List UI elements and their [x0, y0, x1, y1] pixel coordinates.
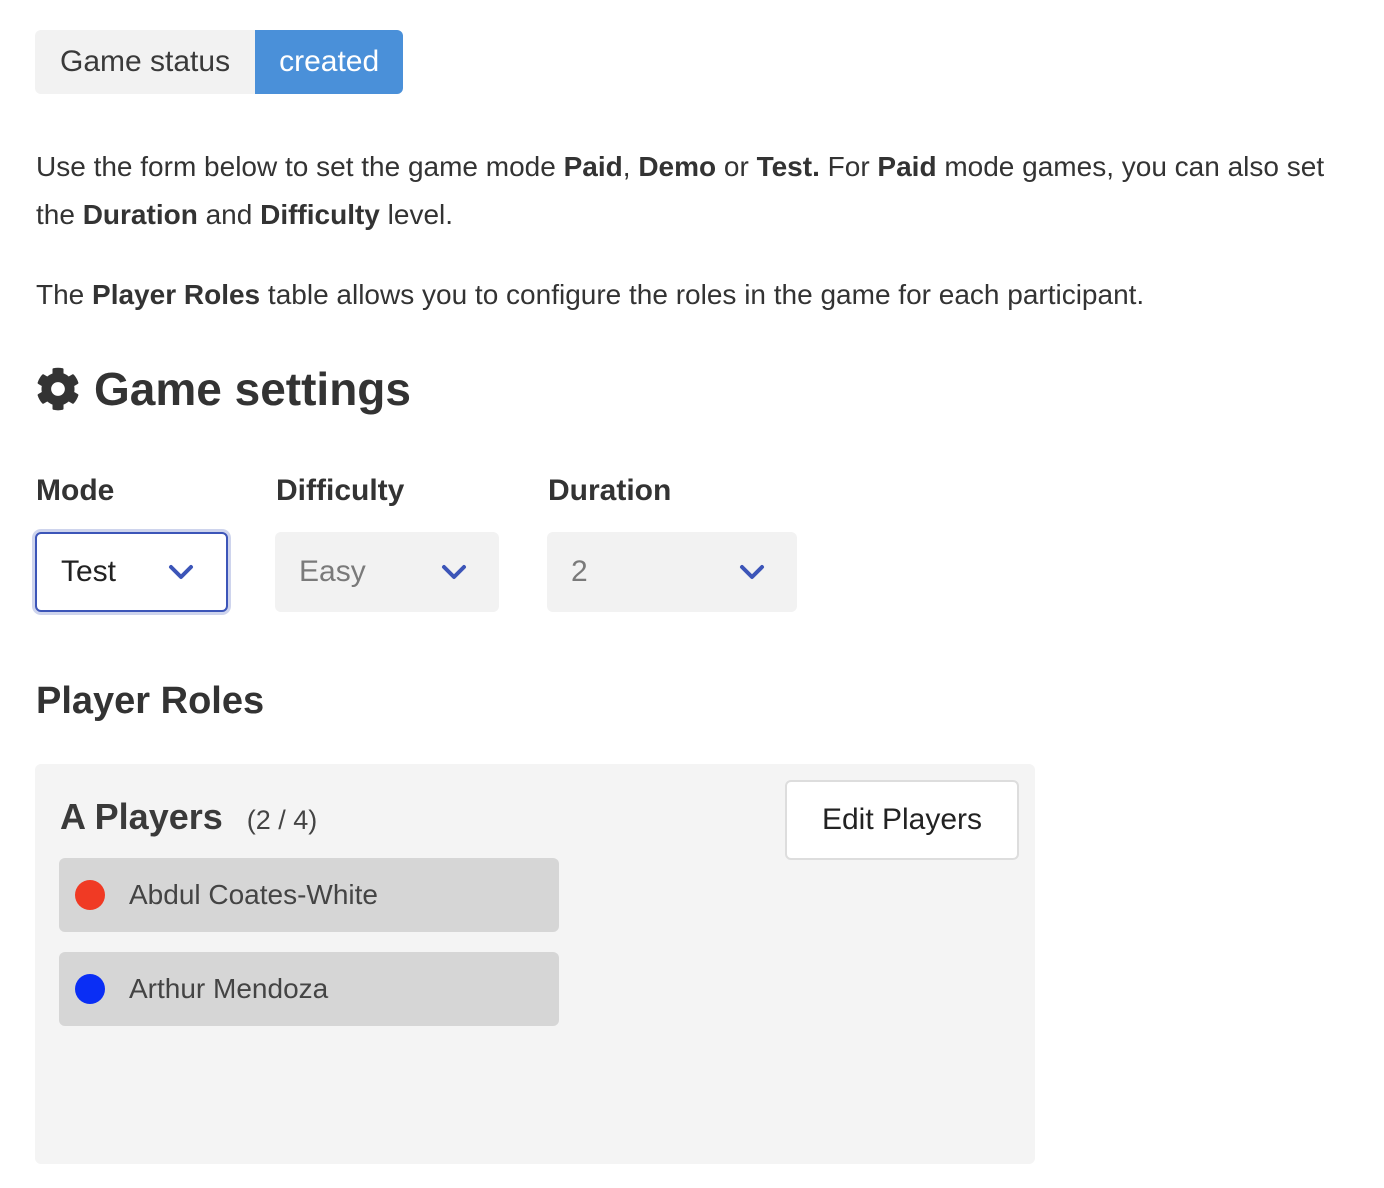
- chevron-down-icon: [442, 565, 466, 579]
- mode-select-value: Test: [61, 555, 117, 588]
- duration-label: Duration: [548, 474, 672, 507]
- gear-icon: [37, 367, 79, 411]
- game-status-badge: created: [255, 30, 404, 94]
- player-name: Arthur Mendoza: [129, 973, 329, 1004]
- game-settings-heading: Game settings: [36, 362, 411, 416]
- game-status-label: Game status: [35, 30, 256, 94]
- game-status: Game status created: [35, 30, 404, 94]
- intro-paragraph-roles: The Player Roles table allows you to con…: [36, 279, 1145, 310]
- player-color-dot: [75, 880, 105, 910]
- player-item[interactable]: Arthur Mendoza: [59, 952, 559, 1026]
- player-name: Abdul Coates-White: [129, 879, 379, 910]
- player-group-count: (2 / 4): [246, 805, 318, 835]
- player-group-name: A Players: [60, 796, 223, 837]
- difficulty-select-value: Easy: [299, 555, 366, 588]
- difficulty-select[interactable]: Easy: [275, 532, 499, 612]
- player-roles-heading: Player Roles: [36, 680, 265, 722]
- edit-players-button[interactable]: Edit Players: [785, 780, 1019, 860]
- duration-select-value: 2: [571, 555, 588, 588]
- difficulty-label: Difficulty: [276, 474, 405, 507]
- game-settings-title: Game settings: [94, 363, 411, 415]
- duration-select[interactable]: 2: [547, 532, 797, 612]
- player-group-title: A Players (2 / 4): [60, 796, 317, 838]
- chevron-down-icon: [169, 565, 193, 579]
- player-group-panel: A Players (2 / 4) Edit Players Abdul Coa…: [35, 764, 1035, 1164]
- chevron-down-icon: [740, 565, 764, 579]
- player-item[interactable]: Abdul Coates-White: [59, 858, 559, 932]
- mode-select[interactable]: Test: [35, 532, 228, 612]
- intro-paragraph-modes: Use the form below to set the game mode …: [36, 151, 1325, 230]
- mode-label: Mode: [36, 474, 115, 507]
- player-color-dot: [75, 974, 105, 1004]
